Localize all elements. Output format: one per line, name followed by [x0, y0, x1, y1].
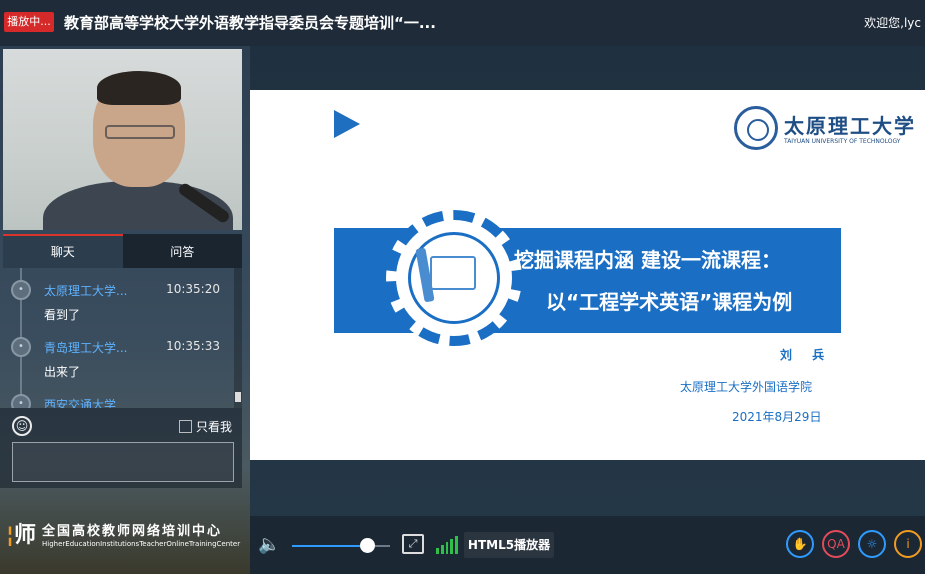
speaker-video[interactable] — [3, 49, 242, 230]
brightness-icon[interactable]: ☼ — [858, 530, 886, 558]
info-icon[interactable]: i — [894, 530, 922, 558]
chat-tabs: 聊天 问答 — [3, 234, 242, 268]
chat-time: 10:35:20 — [166, 282, 220, 296]
only-me-filter[interactable]: 只看我 — [178, 418, 232, 435]
header-bar: 播放中... 教育部高等学校大学外语教学指导委员会专题培训“一... 欢迎您,l… — [0, 0, 925, 46]
chat-user[interactable]: 西安交通大学 — [44, 396, 116, 408]
only-me-checkbox[interactable] — [178, 420, 192, 433]
logo-en: HigherEducationInstitutionsTeacherOnline… — [42, 540, 241, 548]
live-status-badge: 播放中... — [4, 12, 54, 32]
signal-strength-icon — [436, 536, 458, 554]
university-name-en: TAIYUAN UNIVERSITY OF TECHNOLOGY — [784, 138, 901, 145]
slide-author: 刘 兵 — [780, 348, 833, 362]
chat-scrollbar-thumb[interactable] — [235, 392, 241, 402]
slide-institution: 太原理工大学外国语学院 — [680, 380, 813, 394]
slide-date: 2021年8月29日 — [732, 410, 822, 424]
speaker-hair — [97, 71, 181, 105]
player-toolbar: 🔈 ⤢ HTML5播放器 ✋ QA ☼ i — [250, 516, 925, 574]
university-seal-icon — [734, 106, 778, 150]
chat-text: 出来了 — [44, 365, 81, 379]
chat-time: 10:35:33 — [166, 339, 220, 353]
document-pen-icon — [386, 210, 522, 346]
chat-input[interactable] — [12, 442, 234, 482]
chat-user[interactable]: 青岛理工大学... — [44, 339, 127, 356]
chat-list[interactable]: • 太原理工大学... 10:35:20 看到了 • 青岛理工大学... 10:… — [0, 268, 242, 408]
tab-qa[interactable]: 问答 — [122, 234, 242, 268]
presentation-stage: 太原理工大学 TAIYUAN UNIVERSITY OF TECHNOLOGY … — [250, 46, 925, 516]
welcome-user[interactable]: 欢迎您,lyc — [864, 14, 921, 31]
document-icon — [430, 256, 476, 290]
emoji-icon[interactable]: ☺ — [12, 416, 32, 436]
logo-mark: ¦师 — [6, 523, 37, 548]
presentation-slide: 太原理工大学 TAIYUAN UNIVERSITY OF TECHNOLOGY … — [250, 90, 925, 460]
volume-slider-fill — [292, 545, 368, 547]
html5-player-button[interactable]: HTML5播放器 — [464, 532, 554, 558]
raise-hand-icon[interactable]: ✋ — [786, 530, 814, 558]
chat-message: • 青岛理工大学... 10:35:33 出来了 — [0, 325, 242, 379]
chat-scrollbar[interactable] — [234, 268, 242, 408]
chat-text: 看到了 — [44, 308, 81, 322]
platform-logo: ¦师 全国高校教师网络培训中心 HigherEducationInstituti… — [6, 516, 244, 556]
play-icon — [334, 110, 360, 138]
speaker-glasses — [105, 125, 175, 139]
university-name: 太原理工大学 — [784, 114, 916, 138]
chat-bubble-icon: • — [11, 280, 31, 300]
tab-chat[interactable]: 聊天 — [3, 234, 123, 268]
volume-icon[interactable]: 🔈 — [258, 534, 282, 556]
chat-bubble-icon: • — [11, 337, 31, 357]
only-me-label: 只看我 — [195, 420, 232, 434]
chat-message: • 太原理工大学... 10:35:20 看到了 — [0, 268, 242, 322]
slide-title-line1: 挖掘课程内涵 建设一流课程： — [514, 248, 781, 272]
chat-input-area: ☺ 只看我 — [0, 408, 242, 488]
course-title: 教育部高等学校大学外语教学指导委员会专题培训“一... — [64, 14, 436, 32]
fullscreen-icon[interactable]: ⤢ — [402, 534, 424, 554]
slide-title-line2: 以“工程学术英语”课程为例 — [546, 290, 793, 314]
logo-cn: 全国高校教师网络培训中心 — [42, 524, 223, 539]
chat-bubble-icon: • — [11, 394, 31, 408]
left-panel: 聊天 问答 • 太原理工大学... 10:35:20 看到了 • 青岛理工大学.… — [0, 46, 250, 574]
chat-message: • 西安交通大学 — [0, 382, 242, 408]
chat-user[interactable]: 太原理工大学... — [44, 282, 127, 299]
qa-icon[interactable]: QA — [822, 530, 850, 558]
volume-slider-knob[interactable] — [360, 538, 376, 553]
